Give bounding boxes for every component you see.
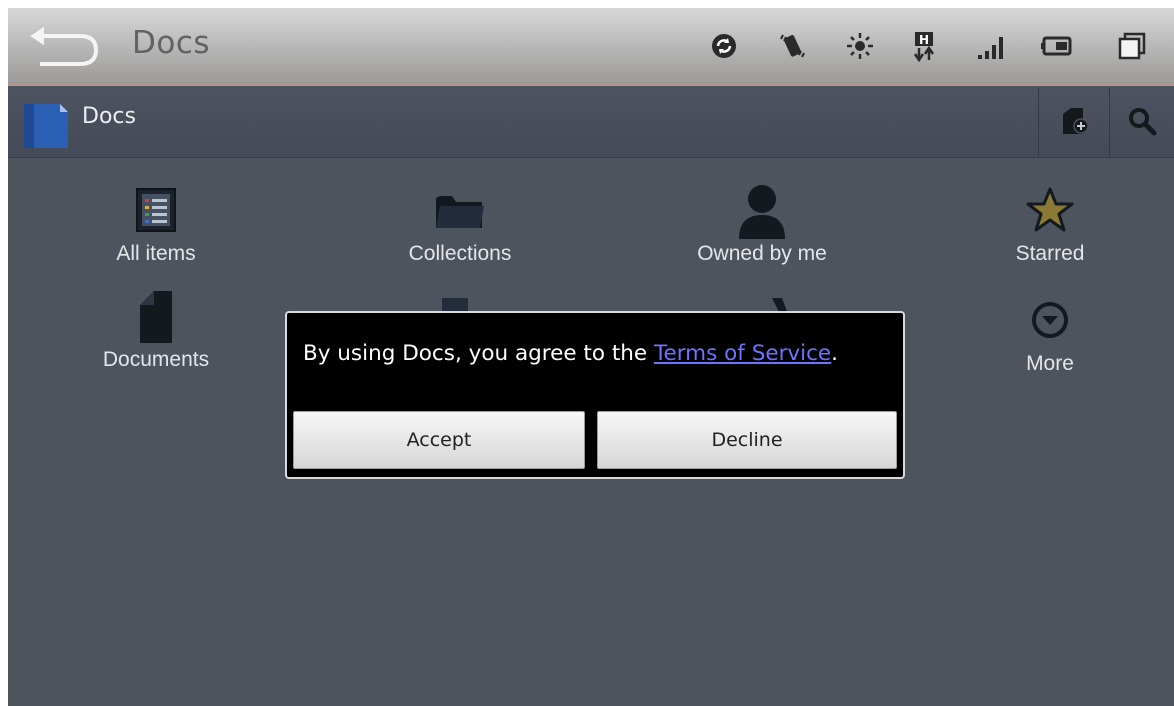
screen: Docs H Docs All items Collections Owned …: [8, 8, 1174, 706]
decline-button[interactable]: Decline: [597, 411, 897, 469]
accept-button[interactable]: Accept: [293, 411, 585, 469]
terms-message-text: By using Docs, you agree to the: [303, 341, 654, 366]
terms-dialog: By using Docs, you agree to the Terms of…: [285, 311, 905, 479]
terms-message: By using Docs, you agree to the Terms of…: [303, 341, 838, 366]
terms-of-service-link[interactable]: Terms of Service: [654, 341, 831, 366]
terms-message-suffix: .: [831, 341, 838, 366]
